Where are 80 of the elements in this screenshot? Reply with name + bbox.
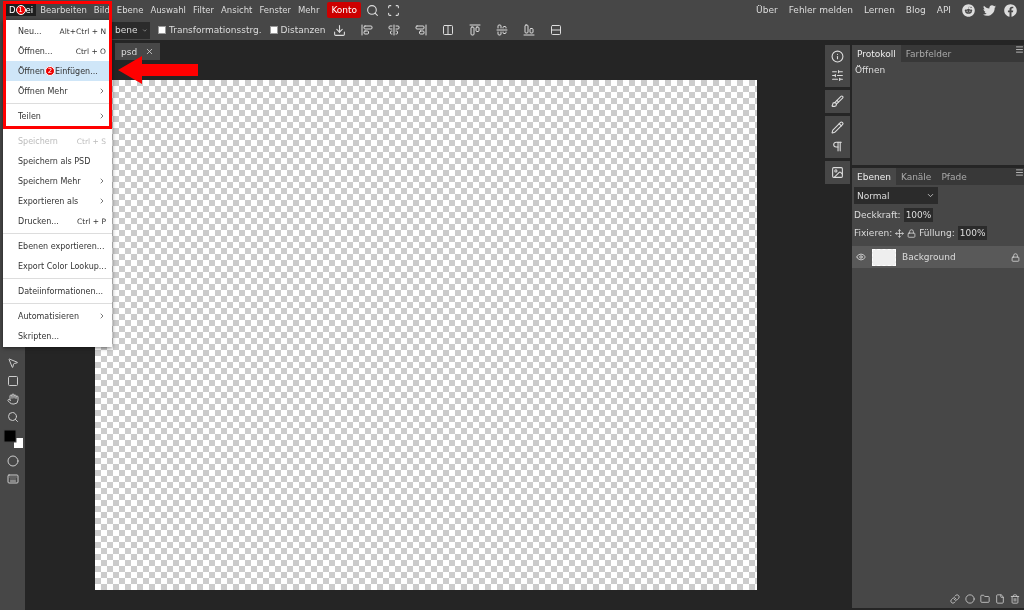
- layer-thumbnail: [872, 248, 896, 266]
- blend-mode-select[interactable]: Normal: [854, 187, 938, 204]
- opacity-field[interactable]: 100%: [903, 208, 934, 222]
- menu-item[interactable]: Fenster: [256, 4, 294, 16]
- close-icon[interactable]: [145, 47, 155, 56]
- new-layer-icon[interactable]: [995, 594, 1005, 604]
- lock-label: Fixieren:: [854, 228, 893, 238]
- menu-item[interactable]: Auswahl: [147, 4, 189, 16]
- layer-row[interactable]: Background: [852, 246, 1024, 268]
- menu-option[interactable]: Speichern als PSD: [6, 151, 109, 171]
- menu-option[interactable]: Automatisieren: [6, 306, 109, 326]
- zoom-tool-icon[interactable]: [6, 411, 19, 423]
- menu-option[interactable]: Dateiinformationen...: [6, 281, 109, 301]
- checkbox-option[interactable]: Transformationsstrg.: [158, 25, 262, 35]
- paragraph-icon[interactable]: [831, 140, 844, 153]
- menu-item[interactable]: Mehr: [294, 4, 323, 16]
- panel-tab[interactable]: Ebenen: [852, 168, 896, 185]
- info-icon[interactable]: [831, 50, 844, 63]
- mask-icon[interactable]: [6, 455, 19, 467]
- menu-item[interactable]: Filter: [189, 4, 218, 16]
- panel-tab[interactable]: Protokoll: [852, 45, 901, 62]
- align-top-icon[interactable]: [469, 24, 482, 36]
- panel-tab[interactable]: Farbfelder: [900, 45, 957, 62]
- chevron-icon: [926, 191, 935, 200]
- move-icon[interactable]: [895, 228, 905, 238]
- menu-item[interactable]: Bearbeiten: [37, 4, 90, 16]
- align-middle-icon[interactable]: [496, 24, 509, 36]
- hand-tool-icon[interactable]: [6, 393, 19, 405]
- document-tab[interactable]: psd: [115, 43, 161, 60]
- align-left-icon[interactable]: [361, 24, 374, 36]
- menu-item[interactable]: Bild: [90, 4, 113, 16]
- nav-link[interactable]: Blog: [905, 5, 926, 15]
- align-right-icon[interactable]: [415, 24, 428, 36]
- menu-option[interactable]: Exportieren als: [6, 191, 109, 211]
- select-tool-icon[interactable]: [6, 357, 19, 369]
- link-icon[interactable]: [950, 594, 960, 604]
- menu-option[interactable]: Export Color Lookup...: [6, 256, 109, 276]
- fullscreen-icon[interactable]: [387, 3, 401, 17]
- menu-option[interactable]: Teilen: [6, 106, 109, 126]
- lock-icon[interactable]: [1011, 252, 1020, 262]
- opacity-label: Deckkraft:: [854, 210, 901, 220]
- brush-icon[interactable]: [831, 95, 844, 108]
- layer-select[interactable]: bene: [112, 21, 150, 39]
- folder-icon[interactable]: [980, 594, 990, 604]
- align-center-icon[interactable]: [388, 24, 401, 36]
- menu-item[interactable]: Ansicht: [218, 4, 256, 16]
- account-button[interactable]: Konto: [327, 2, 362, 18]
- color-swatches-icon[interactable]: [2, 429, 23, 449]
- menu-option[interactable]: Ebenen exportieren...: [6, 236, 109, 256]
- lock-icon[interactable]: [907, 228, 917, 238]
- panel-tab[interactable]: Kanäle: [895, 168, 937, 185]
- keyboard-icon[interactable]: [6, 473, 19, 485]
- trash-icon[interactable]: [1010, 594, 1020, 604]
- layer-name: Background: [902, 252, 956, 262]
- menu-icon[interactable]: [1015, 168, 1024, 177]
- fill-label: Füllung:: [919, 228, 955, 238]
- checkbox-option[interactable]: Distanzen: [269, 25, 326, 35]
- nav-link[interactable]: Über: [756, 5, 778, 15]
- twitter-icon[interactable]: [983, 3, 996, 17]
- download-icon[interactable]: [333, 23, 347, 37]
- reddit-icon[interactable]: [962, 3, 975, 17]
- panel-tab[interactable]: Pfade: [936, 168, 972, 185]
- sliders-icon[interactable]: [831, 69, 844, 82]
- facebook-icon[interactable]: [1004, 3, 1017, 17]
- menu-option[interactable]: Skripten...: [6, 326, 109, 346]
- mask-icon[interactable]: [965, 594, 975, 604]
- menu-option[interactable]: Speichern Mehr: [6, 171, 109, 191]
- menu-option[interactable]: Öffnen Mehr: [6, 81, 109, 101]
- image-icon[interactable]: [831, 166, 844, 179]
- rectangle-tool-icon[interactable]: [6, 375, 19, 387]
- history-entry[interactable]: Öffnen: [852, 62, 1024, 78]
- fill-field[interactable]: 100%: [957, 226, 988, 240]
- search-icon[interactable]: [366, 3, 380, 17]
- menu-item[interactable]: Ebene: [113, 4, 147, 16]
- menu-icon[interactable]: [1015, 45, 1024, 54]
- nav-link[interactable]: Lernen: [863, 5, 895, 15]
- align-bottom-icon[interactable]: [523, 24, 536, 36]
- nav-link[interactable]: API: [936, 5, 951, 15]
- eye-icon[interactable]: [856, 252, 866, 262]
- nav-link[interactable]: Fehler melden: [788, 5, 853, 15]
